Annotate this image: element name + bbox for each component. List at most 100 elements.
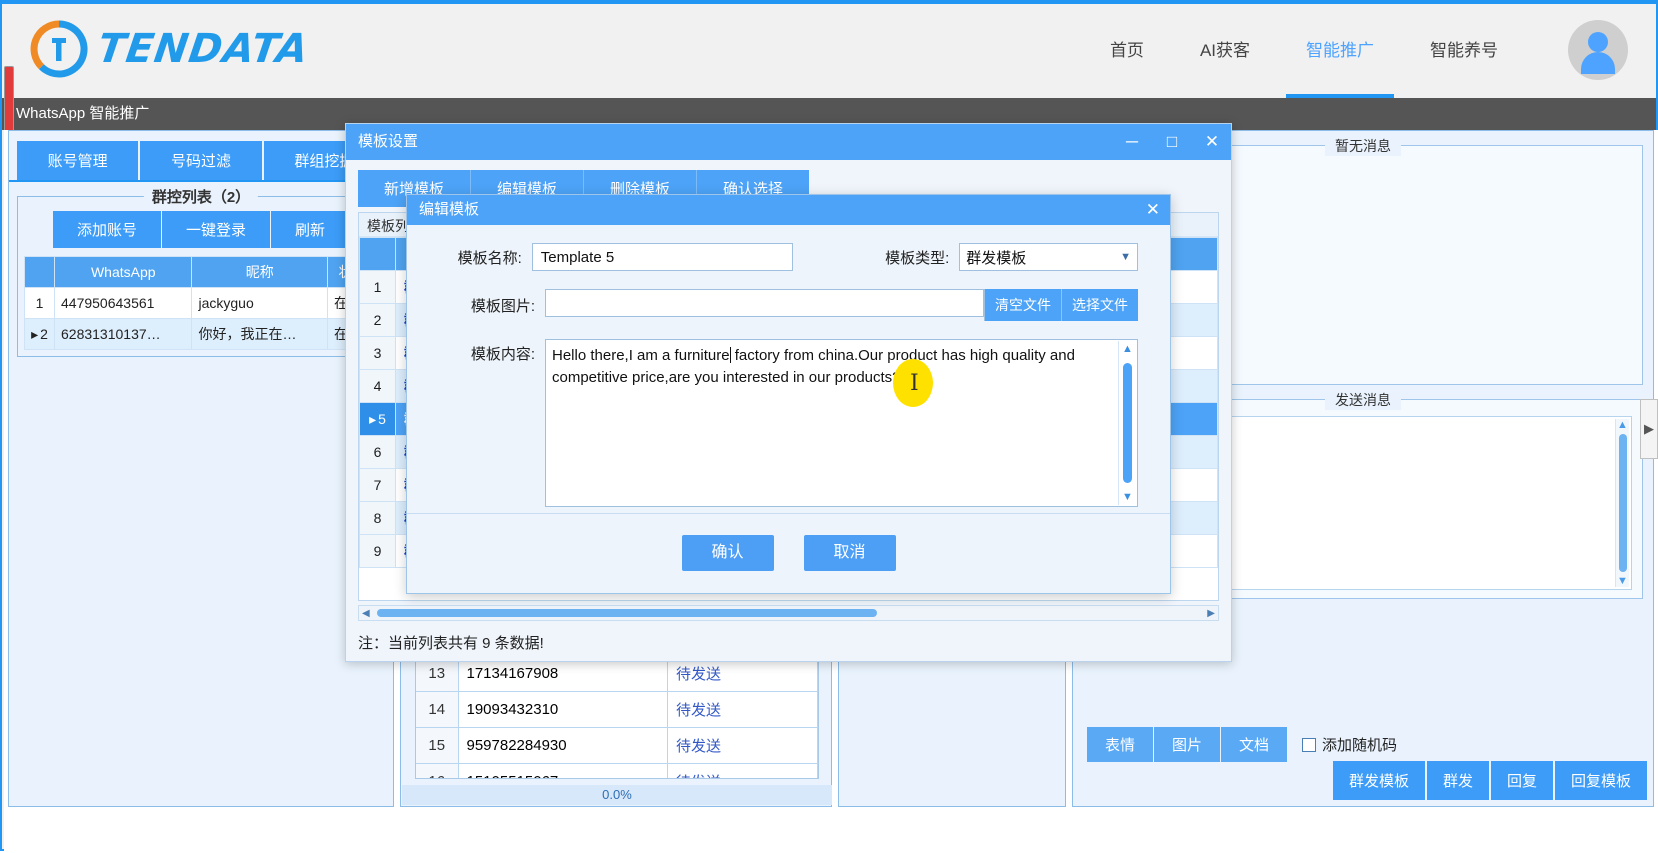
nav-item-smart-promotion[interactable]: 智能推广	[1278, 4, 1402, 98]
number-table: 13 17134167908 待发送 14 19093432310 待发送 15…	[416, 656, 818, 778]
app-header: TENDATA 首页 AI获客 智能推广 智能养号	[2, 4, 1656, 98]
cell-send-status: 待发送	[667, 691, 818, 728]
avatar-body-icon	[1581, 52, 1615, 74]
group-control-list-legend: 群控列表（2）	[143, 186, 259, 207]
chevron-right-icon: ▶	[1644, 421, 1654, 436]
reply-template-button[interactable]: 回复模板	[1554, 761, 1647, 800]
col-whatsapp: WhatsApp	[53, 256, 193, 288]
scroll-up-icon[interactable]: ▲	[1617, 419, 1628, 431]
template-type-label: 模板类型:	[885, 249, 950, 267]
left-panel: 账号管理 号码过滤 群组挖掘 群控列表（2） 添加账号 一键登录 刷新 What…	[8, 130, 394, 807]
row-number: 7	[359, 468, 396, 502]
template-settings-title: 模板设置	[358, 133, 419, 150]
table-row[interactable]: 2 62831310137… 你好，我正在… 在线	[24, 318, 379, 350]
row-number: 14	[416, 691, 459, 728]
send-message-legend: 发送消息	[1325, 390, 1401, 410]
content-before-caret: Hello there,I am a furniture	[552, 347, 730, 364]
tendata-logo-icon	[30, 20, 88, 78]
row-number: 15	[416, 727, 459, 764]
left-tab-bar: 账号管理 号码过滤 群组挖掘	[9, 131, 393, 182]
list-item[interactable]: 16 15105515067 待发送	[416, 763, 818, 778]
maximize-icon[interactable]: □	[1161, 124, 1183, 160]
red-slider-handle[interactable]	[4, 66, 14, 132]
scroll-thumb[interactable]	[1123, 363, 1132, 483]
scroll-up-icon[interactable]: ▲	[1122, 343, 1133, 355]
edit-template-titlebar: 编辑模板 ✕	[407, 195, 1170, 225]
row-number: 1	[359, 270, 396, 304]
cell-nickname: 你好，我正在…	[191, 318, 328, 350]
col-rownum	[359, 237, 396, 271]
clear-file-button[interactable]: 清空文件	[984, 289, 1061, 321]
template-table-hscrollbar[interactable]: ◀ ▶	[358, 605, 1219, 621]
cell-whatsapp: 62831310137…	[53, 318, 193, 350]
add-random-code-checkbox[interactable]: 添加随机码	[1302, 734, 1397, 755]
confirm-button[interactable]: 确认	[681, 535, 774, 571]
application-frame: TENDATA 首页 AI获客 智能推广 智能养号 WhatsApp 智能推广 …	[0, 0, 1658, 853]
table-row[interactable]: 1 447950643561 jackyguo 在线	[24, 287, 379, 319]
tab-number-filter[interactable]: 号码过滤	[140, 141, 262, 180]
template-name-label: 模板名称:	[457, 249, 522, 267]
text-cursor-icon: I	[910, 371, 919, 396]
add-account-button[interactable]: 添加账号	[52, 211, 161, 248]
template-settings-titlebar: 模板设置 ─ □ ✕	[346, 124, 1231, 160]
image-button[interactable]: 图片	[1154, 727, 1221, 762]
avatar[interactable]	[1568, 20, 1628, 80]
hscroll-thumb[interactable]	[377, 609, 877, 617]
template-image-label: 模板图片:	[470, 297, 535, 315]
cell-phone-number: 959782284930	[458, 727, 668, 764]
col-rownum	[24, 256, 55, 288]
scroll-thumb[interactable]	[1618, 434, 1627, 572]
row-number: 9	[359, 534, 396, 568]
divider	[407, 513, 1170, 514]
table-header-row: WhatsApp 昵称 状态	[24, 256, 379, 288]
one-click-login-button[interactable]: 一键登录	[161, 211, 270, 248]
tab-account-management[interactable]: 账号管理	[17, 141, 139, 180]
content-scrollbar[interactable]: ▲ ▼	[1118, 341, 1136, 505]
cell-whatsapp: 447950643561	[53, 287, 193, 319]
edit-template-title: 编辑模板	[419, 201, 480, 218]
template-content-text: Hello there,I am a furniture factory fro…	[552, 345, 1115, 389]
document-button[interactable]: 文档	[1221, 727, 1288, 762]
bulk-template-button[interactable]: 群发模板	[1332, 761, 1425, 800]
template-name-input[interactable]	[531, 243, 794, 271]
checkbox-icon[interactable]	[1302, 737, 1317, 752]
cell-send-status: 待发送	[667, 727, 818, 764]
scroll-left-icon[interactable]: ◀	[359, 608, 370, 619]
scroll-right-icon[interactable]: ▶	[1207, 608, 1218, 619]
emoji-button[interactable]: 表情	[1087, 727, 1154, 762]
template-type-select[interactable]: 群发模板 ▼	[959, 243, 1138, 271]
close-icon[interactable]: ✕	[1201, 124, 1223, 160]
cell-phone-number: 15105515067	[458, 763, 668, 778]
nav-item-home[interactable]: 首页	[1082, 4, 1172, 98]
row-number: 2	[359, 303, 396, 337]
account-button-row: 添加账号 一键登录 刷新	[24, 211, 378, 248]
template-image-input[interactable]	[545, 289, 984, 317]
row-number: 3	[359, 336, 396, 370]
brand-name: TENDATA	[94, 26, 312, 72]
template-image-row: 模板图片: 清空文件 选择文件	[407, 289, 1170, 321]
panel-collapse-handle[interactable]: ▶	[1640, 399, 1658, 459]
group-control-list: 群控列表（2） 添加账号 一键登录 刷新 WhatsApp 昵称 状态	[17, 186, 385, 357]
nav-item-smart-nurture[interactable]: 智能养号	[1402, 4, 1526, 98]
list-item[interactable]: 15 959782284930 待发送	[416, 727, 818, 764]
brand-logo: TENDATA	[30, 20, 312, 78]
cancel-button[interactable]: 取消	[803, 535, 896, 571]
row-number: 6	[359, 435, 396, 469]
minimize-icon[interactable]: ─	[1121, 124, 1143, 160]
reply-button[interactable]: 回复	[1490, 761, 1553, 800]
scroll-down-icon[interactable]: ▼	[1122, 491, 1133, 503]
edit-template-dialog: 编辑模板 ✕ 模板名称: 模板类型: 群发模板 ▼ 模板图片: 清空文件 选择文…	[406, 194, 1171, 594]
scroll-down-icon[interactable]: ▼	[1617, 575, 1628, 587]
template-content-textarea[interactable]: Hello there,I am a furniture factory fro…	[545, 339, 1138, 507]
nav-item-ai-acquisition[interactable]: AI获客	[1172, 4, 1278, 98]
row-number: 4	[359, 369, 396, 403]
edit-template-actions: 确认 取消	[407, 535, 1170, 571]
bulk-send-button[interactable]: 群发	[1426, 761, 1489, 800]
template-count-note: 注：当前列表共有 9 条数据!	[358, 635, 544, 652]
close-icon[interactable]: ✕	[1146, 195, 1160, 225]
send-box-scrollbar[interactable]: ▲ ▼	[1615, 419, 1629, 587]
choose-file-button[interactable]: 选择文件	[1061, 289, 1138, 321]
list-item[interactable]: 14 19093432310 待发送	[416, 691, 818, 728]
bottom-strip	[8, 809, 1654, 851]
refresh-button[interactable]: 刷新	[271, 211, 350, 248]
